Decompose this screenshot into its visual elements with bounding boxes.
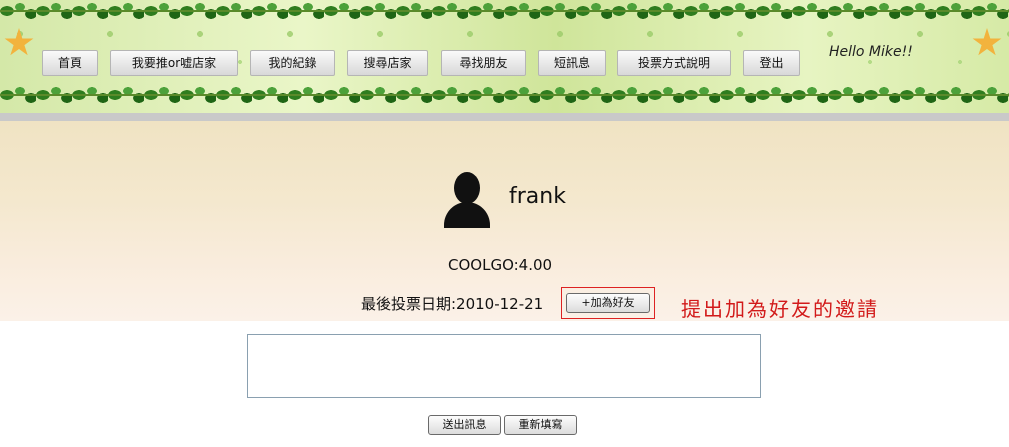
nav-voting-guide-button[interactable]: 投票方式說明: [617, 50, 731, 76]
profile-band: [0, 121, 1009, 321]
vine-border-bottom: [0, 84, 1009, 106]
nav-rate-store-button[interactable]: 我要推or嘘店家: [110, 50, 238, 76]
nav-find-friends-button[interactable]: 尋找朋友: [441, 50, 526, 76]
vine-border-top: [0, 0, 1009, 22]
header-divider: [0, 113, 1009, 121]
profile-username: frank: [509, 184, 566, 209]
profile-score: COOLGO:4.00: [448, 256, 553, 274]
nav-messages-button[interactable]: 短訊息: [538, 50, 606, 76]
annotation-text: 提出加為好友的邀請: [681, 297, 879, 321]
nav-my-records-button[interactable]: 我的紀錄: [250, 50, 335, 76]
profile-last-vote-date: 最後投票日期:2010-12-21: [361, 295, 544, 313]
send-message-button[interactable]: 送出訊息: [428, 415, 501, 435]
greeting-text: Hello Mike!!: [829, 44, 913, 60]
nav-logout-button[interactable]: 登出: [743, 50, 800, 76]
header-banner: 首頁 我要推or嘘店家 我的紀錄 搜尋店家 尋找朋友 短訊息 投票方式說明 登出…: [0, 0, 1009, 113]
add-friend-button[interactable]: +加為好友: [566, 293, 650, 313]
message-textarea[interactable]: [247, 334, 761, 398]
nav-search-store-button[interactable]: 搜尋店家: [347, 50, 428, 76]
nav-home-button[interactable]: 首頁: [42, 50, 98, 76]
reset-form-button[interactable]: 重新填寫: [504, 415, 577, 435]
avatar-icon: [444, 172, 490, 228]
